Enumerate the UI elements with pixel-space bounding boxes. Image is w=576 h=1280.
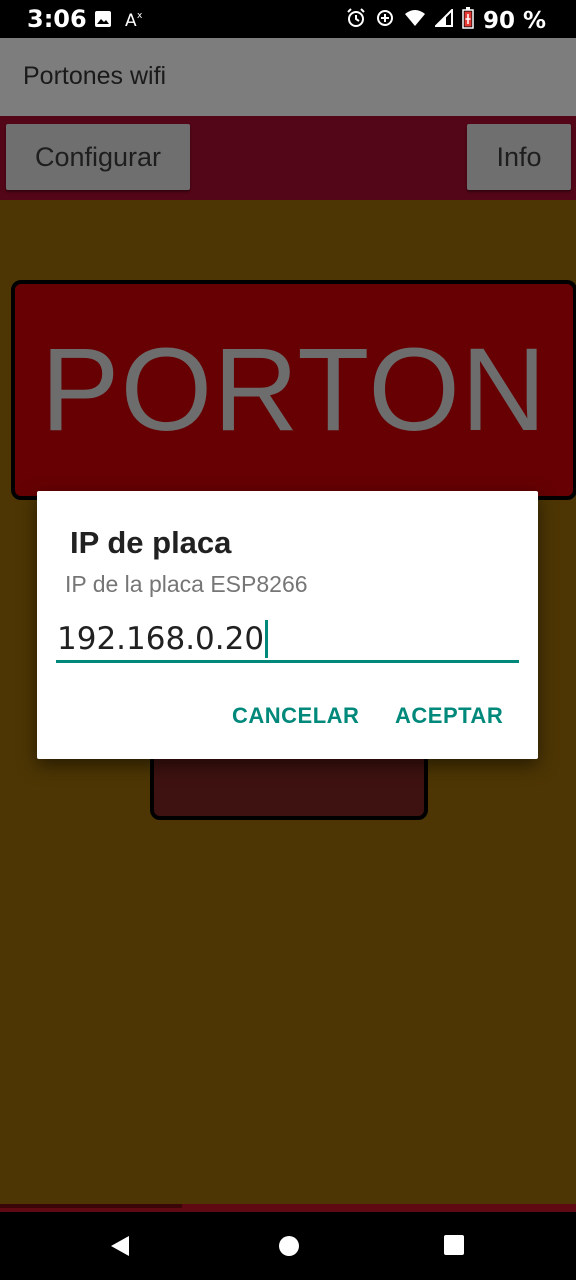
sync-icon [375,8,395,33]
navigation-bar [0,1212,576,1280]
status-bar: 3:06 Ax 90 % [0,0,576,38]
status-time: 3:06 [27,5,87,33]
alarm-icon [346,8,366,33]
image-icon [94,10,112,33]
bottom-strip-accent [0,1204,182,1208]
font-accessibility-icon: Ax [124,9,146,34]
svg-text:x: x [137,11,143,21]
dialog-title: IP de placa [70,525,232,560]
configurar-button[interactable]: Configurar [6,124,190,190]
text-cursor [265,619,269,658]
cancel-button[interactable]: CANCELAR [232,703,359,729]
bottom-strip [0,1204,576,1212]
porton-button[interactable]: PORTON [11,280,576,500]
svg-text:A: A [125,11,137,29]
info-button[interactable]: Info [467,124,571,190]
home-icon[interactable] [277,1234,301,1263]
battery-percentage: 90 % [482,7,546,34]
app-bar: Portones wifi [0,38,576,116]
signal-icon [433,7,453,32]
wifi-icon [404,9,426,32]
accept-button[interactable]: ACEPTAR [395,703,503,729]
recents-icon[interactable] [443,1234,465,1261]
top-toolbar: Configurar Info [0,116,576,200]
ip-input-field[interactable]: 192.168.0.20 [56,617,519,663]
ip-dialog: IP de placa IP de la placa ESP8266 192.1… [37,491,538,759]
back-icon[interactable] [108,1234,132,1263]
app-title: Portones wifi [23,62,167,90]
porton-label: PORTON [40,324,548,456]
ip-input-value[interactable]: 192.168.0.20 [56,621,264,657]
battery-icon [462,7,474,34]
dialog-message: IP de la placa ESP8266 [65,571,308,597]
